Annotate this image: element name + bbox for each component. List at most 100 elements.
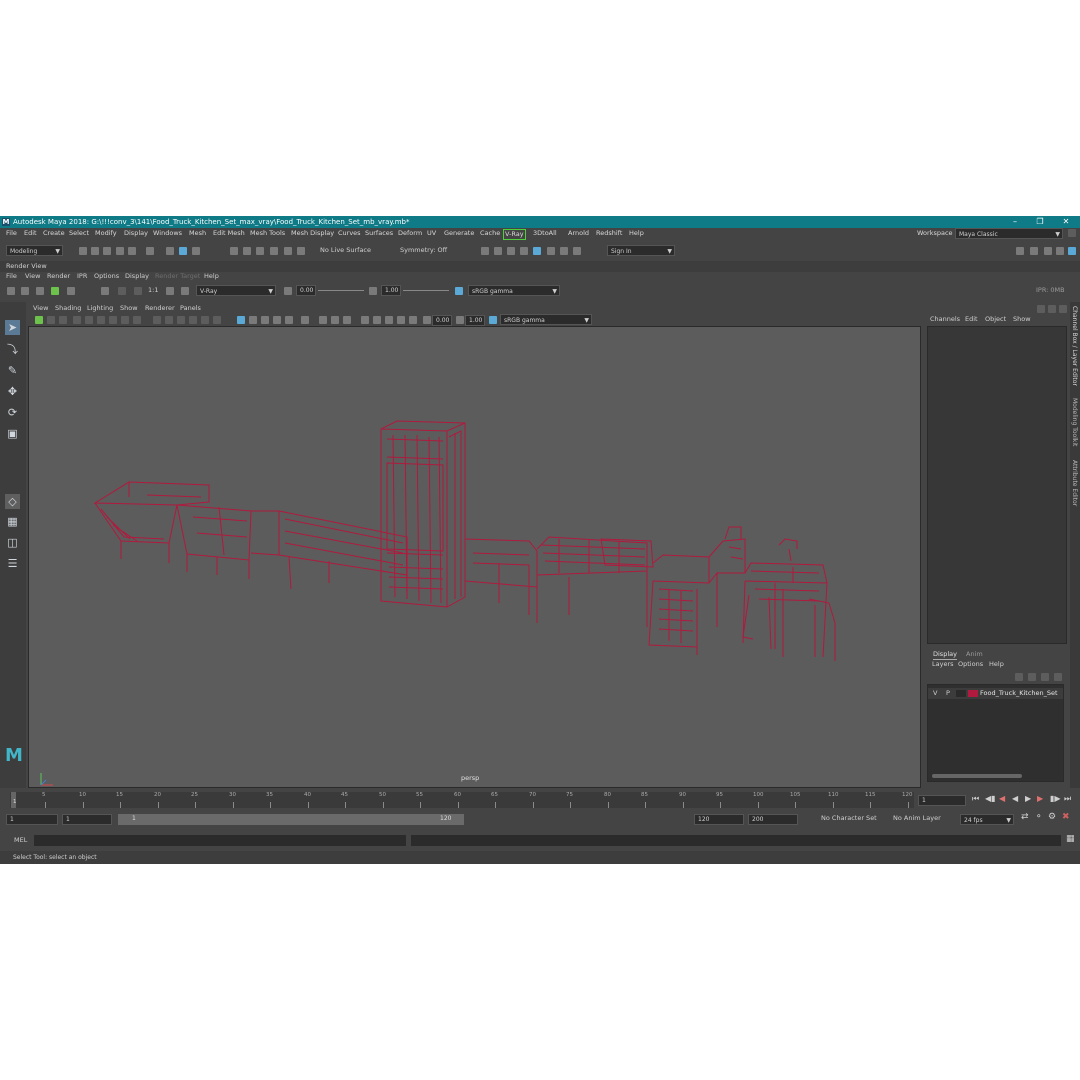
- rv-view-transform-icon[interactable]: [455, 287, 463, 295]
- tab-anim[interactable]: Anim: [966, 650, 983, 659]
- layer-row[interactable]: V P Food_Truck_Kitchen_Set: [928, 688, 1063, 699]
- workspace-select[interactable]: Maya Classic ▼: [955, 228, 1063, 239]
- layer-playback-toggle[interactable]: P: [946, 689, 950, 698]
- time-slider-track[interactable]: 1 5 10 15 20 25 30 35 40 45 50 55 60 65 …: [10, 792, 914, 808]
- panel-menu-lighting[interactable]: Lighting: [87, 304, 113, 313]
- channel-box-area[interactable]: [927, 326, 1067, 644]
- mel-input[interactable]: [34, 835, 406, 846]
- single-perspective-layout-icon[interactable]: ◇: [5, 494, 20, 509]
- menu-modify[interactable]: Modify: [95, 229, 117, 238]
- rv-gamma-slider[interactable]: [403, 290, 449, 291]
- menu-deform[interactable]: Deform: [398, 229, 422, 238]
- hypershade-icon[interactable]: [520, 247, 528, 255]
- panel-menu-show[interactable]: Show: [120, 304, 138, 313]
- rv-menu-display[interactable]: Display: [125, 272, 149, 281]
- smooth-shade-icon[interactable]: [237, 316, 245, 324]
- attribute-editor-icon[interactable]: [1044, 247, 1052, 255]
- renderer-select[interactable]: V-Ray ▼: [196, 285, 276, 296]
- snap-curve-icon[interactable]: [243, 247, 251, 255]
- vray-settings-icon[interactable]: [560, 247, 568, 255]
- panel-menu-panels[interactable]: Panels: [180, 304, 201, 313]
- snap-surface-icon[interactable]: [284, 247, 292, 255]
- rv-rgb-icon[interactable]: [118, 287, 126, 295]
- menu-curves[interactable]: Curves: [338, 229, 361, 238]
- cb-icon-a[interactable]: [1037, 305, 1045, 313]
- animation-preferences-icon[interactable]: ⚙: [1048, 813, 1056, 822]
- layer-display-type[interactable]: [956, 690, 966, 697]
- rv-menu-render[interactable]: Render: [47, 272, 70, 281]
- layer-visibility-toggle[interactable]: V: [933, 689, 937, 698]
- vp-gamma-icon[interactable]: [456, 316, 464, 324]
- menu-mesh[interactable]: Mesh: [189, 229, 206, 238]
- step-back-frame-icon[interactable]: ◀: [999, 794, 1005, 803]
- new-layer-selected-icon[interactable]: [1054, 673, 1062, 681]
- script-editor-icon[interactable]: ▦: [1066, 835, 1075, 844]
- select-by-hierarchy-icon[interactable]: [146, 247, 154, 255]
- rv-channels-icon[interactable]: [101, 287, 109, 295]
- play-backwards-icon[interactable]: ◀: [1012, 794, 1018, 803]
- menu-edit[interactable]: Edit: [24, 229, 37, 238]
- textured-icon[interactable]: [261, 316, 269, 324]
- lock-icon[interactable]: [1068, 229, 1076, 237]
- panel-menu-view[interactable]: View: [33, 304, 48, 313]
- modeling-toolkit-icon[interactable]: [1016, 247, 1024, 255]
- layer-color-swatch[interactable]: [968, 690, 978, 697]
- rv-menu-ipr[interactable]: IPR: [77, 272, 87, 281]
- menu-cache[interactable]: Cache: [480, 229, 500, 238]
- safe-title-icon[interactable]: [201, 316, 209, 324]
- save-scene-icon[interactable]: [103, 247, 111, 255]
- rv-render-icon[interactable]: [7, 287, 15, 295]
- xray-components-icon[interactable]: [331, 316, 339, 324]
- loop-icon[interactable]: ⇄: [1021, 813, 1029, 822]
- rv-ipr-icon[interactable]: [51, 287, 59, 295]
- tool-settings-icon[interactable]: [1056, 247, 1064, 255]
- menu-set-select[interactable]: Modeling ▼: [6, 245, 63, 256]
- open-scene-icon[interactable]: [91, 247, 99, 255]
- mel-label[interactable]: MEL: [14, 836, 27, 845]
- outliner-layout-icon[interactable]: ☰: [5, 556, 20, 571]
- step-forward-key-icon[interactable]: ▮▶: [1050, 794, 1061, 803]
- rv-snapshot-icon[interactable]: [36, 287, 44, 295]
- render-settings-icon[interactable]: [507, 247, 515, 255]
- snap-view-icon[interactable]: [270, 247, 278, 255]
- menu-mesh-tools[interactable]: Mesh Tools: [250, 229, 285, 238]
- rv-gamma-field[interactable]: 1.00: [381, 285, 401, 296]
- rv-exposure-slider[interactable]: [318, 290, 364, 291]
- cb-menu-object[interactable]: Object: [985, 315, 1006, 324]
- 2d-pan-zoom-icon[interactable]: [97, 316, 105, 324]
- cb-icon-b[interactable]: [1048, 305, 1056, 313]
- rv-gamma-icon[interactable]: [369, 287, 377, 295]
- side-tab-modeling-toolkit[interactable]: Modeling Toolkit: [1071, 398, 1078, 446]
- rv-alpha-icon[interactable]: [134, 287, 142, 295]
- grid-icon[interactable]: [153, 316, 161, 324]
- go-to-start-icon[interactable]: ⏮: [972, 794, 979, 803]
- rv-menu-help[interactable]: Help: [204, 272, 219, 281]
- panel-menu-renderer[interactable]: Renderer: [145, 304, 175, 313]
- rv-exposure-field[interactable]: 0.00: [296, 285, 316, 296]
- snap-icon[interactable]: [192, 247, 200, 255]
- menu-arnold[interactable]: Arnold: [568, 229, 589, 238]
- menu-mesh-display[interactable]: Mesh Display: [291, 229, 334, 238]
- step-forward-frame-icon[interactable]: ▶: [1037, 794, 1043, 803]
- sign-in-button[interactable]: Sign In ▼: [607, 245, 675, 256]
- rv-keep-image-icon[interactable]: [166, 287, 174, 295]
- layers-menu-layers[interactable]: Layers: [932, 660, 954, 669]
- side-tab-attribute-editor[interactable]: Attribute Editor: [1071, 460, 1078, 506]
- rv-menu-options[interactable]: Options: [94, 272, 119, 281]
- anti-aliasing-icon[interactable]: [373, 316, 381, 324]
- scale-tool-icon[interactable]: ▣: [5, 426, 20, 441]
- menu-redshift[interactable]: Redshift: [596, 229, 622, 238]
- vp-exposure-field[interactable]: 0.00: [432, 315, 452, 326]
- safe-action-icon[interactable]: [189, 316, 197, 324]
- field-chart-icon[interactable]: [177, 316, 185, 324]
- move-tool-icon[interactable]: ✥: [5, 384, 20, 399]
- step-back-key-icon[interactable]: ◀▮: [985, 794, 996, 803]
- animation-start-field[interactable]: 1: [6, 814, 58, 825]
- layer-move-down-icon[interactable]: [1028, 673, 1036, 681]
- rv-remove-image-icon[interactable]: [181, 287, 189, 295]
- lasso-tool-icon[interactable]: ⤵: [5, 342, 20, 357]
- ambient-occlusion-icon[interactable]: [343, 316, 351, 324]
- image-plane-icon[interactable]: [73, 316, 81, 324]
- render-frame-icon[interactable]: [481, 247, 489, 255]
- animation-end-field[interactable]: 200: [748, 814, 798, 825]
